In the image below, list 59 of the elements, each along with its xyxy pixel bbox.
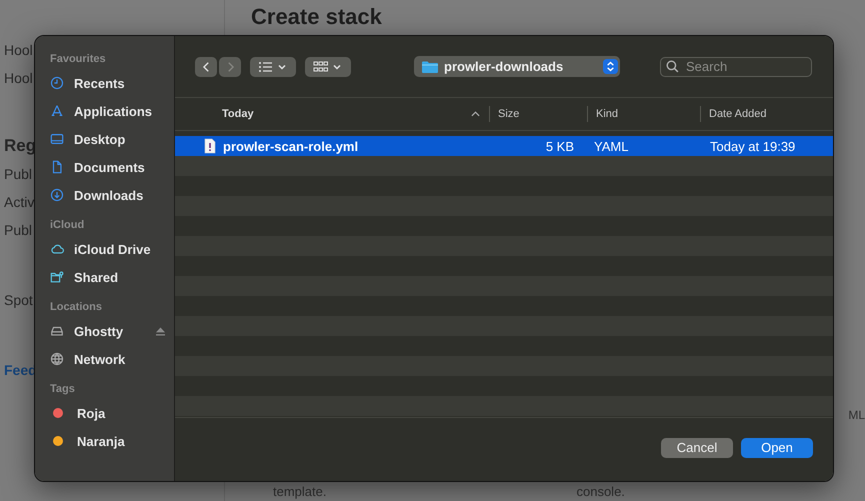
search-field[interactable]: Search <box>660 56 812 76</box>
list-view-button[interactable] <box>250 56 296 76</box>
document-icon <box>50 160 64 174</box>
download-icon <box>50 188 64 202</box>
file-icon <box>204 138 216 154</box>
page-text: ML <box>848 408 865 422</box>
drive-icon <box>50 324 64 338</box>
sidebar-item[interactable]: Desktop <box>50 125 174 153</box>
sidebar-heading: Favourites <box>50 53 107 67</box>
sidebar-item[interactable]: Documents <box>50 153 174 181</box>
sidebar-heading: Locations <box>50 301 103 315</box>
page-text: Activ <box>4 194 34 210</box>
file-size: 5 KB <box>546 138 574 154</box>
back-button[interactable] <box>195 56 217 76</box>
sidebar-item[interactable]: Downloads <box>50 181 174 209</box>
sidebar-item[interactable]: Shared <box>50 263 174 291</box>
page-text: Spot <box>4 292 33 308</box>
shared-folder-icon <box>50 270 64 284</box>
sidebar-item[interactable]: Recents <box>50 69 174 97</box>
column-header[interactable]: Kind <box>588 106 701 122</box>
grid-icon <box>313 60 343 72</box>
page-text: Hool <box>4 42 33 58</box>
page-title: Create stack <box>251 4 382 29</box>
page-text: template. <box>273 484 326 499</box>
page-text: Hool <box>4 70 33 86</box>
open-button[interactable]: Open <box>741 438 813 458</box>
chevron-right-icon <box>226 60 234 72</box>
gallery-view-button[interactable] <box>305 56 351 76</box>
sidebar-heading: Tags <box>50 383 76 397</box>
search-icon <box>666 60 679 72</box>
location-dropdown[interactable]: prowler-downloads <box>414 56 620 77</box>
sidebar-item[interactable]: Roja <box>50 399 174 427</box>
folder-icon <box>421 60 439 74</box>
column-header[interactable]: Date Added <box>701 106 833 122</box>
file-row[interactable]: prowler-scan-role.yml 5 KB YAML Today at 19:39 <box>175 136 833 156</box>
file-name: prowler-scan-role.yml <box>223 138 358 154</box>
page-text: Publ <box>4 222 32 238</box>
chevron-left-icon <box>202 60 210 72</box>
list-icon <box>258 60 288 72</box>
sidebar-item[interactable]: Network <box>50 345 174 373</box>
clock-icon <box>50 76 64 90</box>
page-text: Publ <box>4 166 32 182</box>
cloud-icon <box>50 242 64 256</box>
sidebar-heading: iCloud <box>50 219 86 233</box>
desktop-icon <box>50 132 64 146</box>
file-date: Today at 19:39 <box>710 138 796 154</box>
sidebar-item[interactable]: iCloud Drive <box>50 235 174 263</box>
cancel-button[interactable]: Cancel <box>661 438 733 458</box>
stepper-icon <box>603 59 618 74</box>
sidebar-item[interactable]: Ghostty <box>50 317 174 345</box>
sidebar-item[interactable]: Applications <box>50 97 174 125</box>
page-text: console. <box>576 484 625 499</box>
eject-icon[interactable] <box>155 326 166 336</box>
file-kind: YAML <box>594 138 628 154</box>
column-header[interactable]: Size <box>490 106 588 122</box>
column-header[interactable]: Today <box>175 106 490 122</box>
globe-icon <box>50 352 64 366</box>
sidebar-item[interactable]: Naranja <box>50 427 174 455</box>
applications-icon <box>50 104 64 118</box>
